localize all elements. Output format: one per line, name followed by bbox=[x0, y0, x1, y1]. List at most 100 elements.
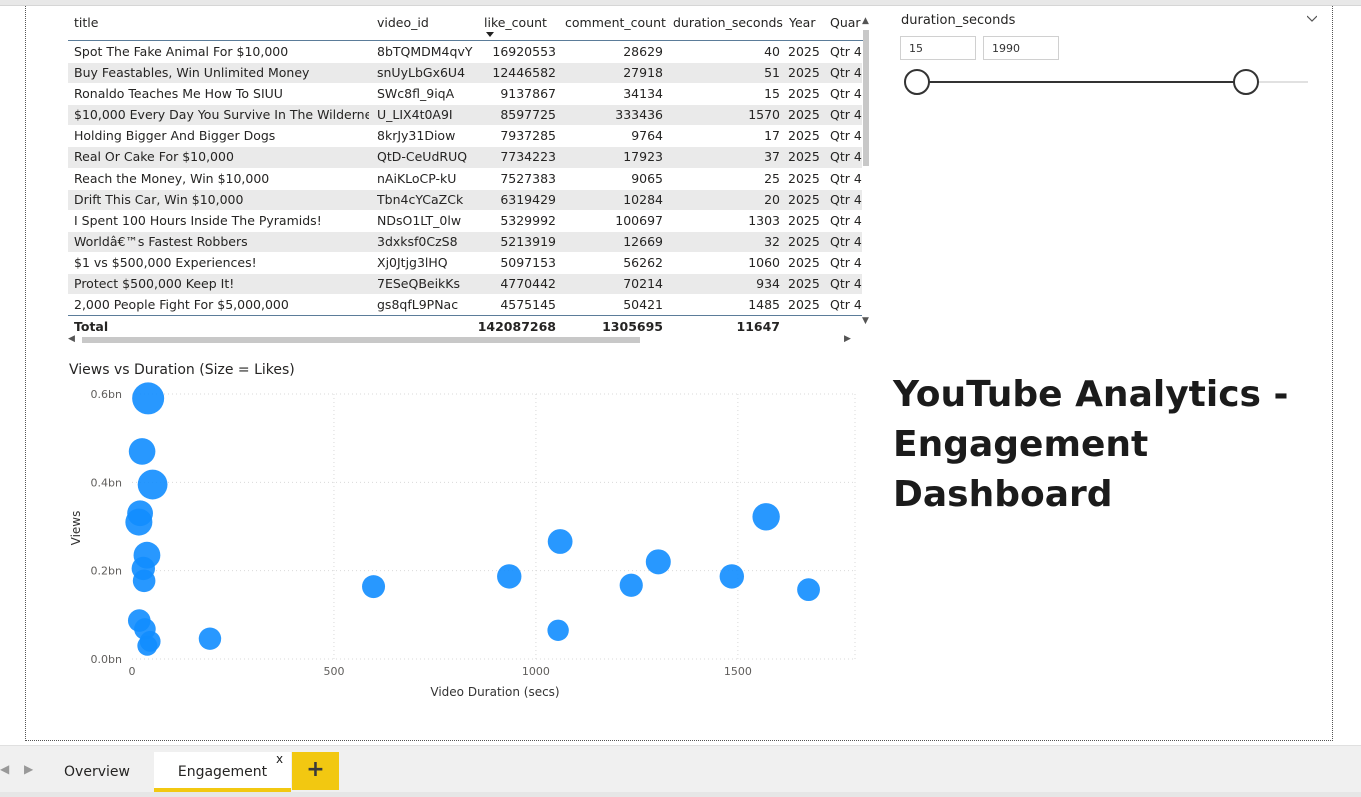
cell-like-count: 7937285 bbox=[500, 128, 556, 144]
cell-comment-count: 12669 bbox=[623, 233, 663, 249]
slicer-min-input[interactable]: 15 bbox=[900, 36, 976, 60]
tab-next-icon[interactable]: ▶ bbox=[24, 762, 33, 776]
scatter-point[interactable] bbox=[137, 635, 158, 656]
table-row[interactable]: I Spent 100 Hours Inside The Pyramids! ND… bbox=[68, 211, 862, 232]
cell-comment-count: 70214 bbox=[623, 276, 663, 292]
scatter-point[interactable] bbox=[619, 573, 643, 597]
x-tick-label: 500 bbox=[323, 665, 344, 678]
column-header-duration-seconds[interactable]: duration_seconds bbox=[673, 15, 783, 30]
scatter-point[interactable] bbox=[132, 569, 156, 593]
cell-year: 2025 bbox=[788, 128, 820, 144]
cell-title: Spot The Fake Animal For $10,000 bbox=[74, 44, 289, 59]
scatter-point[interactable] bbox=[125, 508, 153, 536]
column-header-quarter[interactable]: Quar bbox=[830, 15, 861, 30]
horizontal-scrollbar[interactable]: ◀ ▶ bbox=[68, 334, 862, 346]
column-header-video-id[interactable]: video_id bbox=[377, 15, 429, 30]
scatter-point[interactable] bbox=[645, 549, 671, 575]
table-row[interactable]: Holding Bigger And Bigger Dogs 8krJy31Dio… bbox=[68, 126, 862, 148]
table-row[interactable]: Buy Feastables, Win Unlimited Money snUyL… bbox=[68, 63, 862, 85]
table-row[interactable]: Spot The Fake Animal For $10,000 8bTQMDM4… bbox=[68, 42, 862, 64]
table-row[interactable]: Ronaldo Teaches Me How To SIUU SWc8fl_9iq… bbox=[68, 84, 862, 106]
cell-like-count: 5213919 bbox=[500, 233, 556, 249]
scatter-point[interactable] bbox=[362, 575, 386, 599]
tab-prev-icon[interactable]: ◀ bbox=[0, 762, 9, 776]
y-tick-label: 0.0bn bbox=[91, 653, 122, 666]
scatter-point[interactable] bbox=[137, 469, 168, 500]
table-row[interactable]: Real Or Cake For $10,000 QtD-CeUdRUQ 77342… bbox=[68, 147, 862, 169]
slider-min-handle[interactable] bbox=[904, 69, 930, 95]
cell-like-count: 16920553 bbox=[492, 44, 556, 59]
x-tick-label: 1000 bbox=[522, 665, 550, 678]
scatter-point[interactable] bbox=[797, 578, 820, 602]
scatter-point[interactable] bbox=[128, 438, 156, 465]
cell-duration-seconds: 1303 bbox=[748, 212, 780, 228]
cell-quarter: Qtr 4 bbox=[830, 233, 862, 249]
cell-comment-count: 27918 bbox=[623, 65, 663, 81]
cell-like-count: 5097153 bbox=[500, 254, 556, 270]
cell-video-id: SWc8fl_9iqA bbox=[377, 86, 455, 102]
cell-video-id: 8bTQMDM4qvY bbox=[377, 44, 473, 59]
table-row[interactable]: $10,000 Every Day You Survive In The Wil… bbox=[68, 105, 862, 127]
scatter-point[interactable] bbox=[719, 564, 745, 589]
cell-quarter: Qtr 4 bbox=[830, 86, 862, 102]
total-duration-seconds: 11647 bbox=[736, 319, 781, 334]
x-axis-label: Video Duration (secs) bbox=[430, 685, 559, 699]
cell-like-count: 7734223 bbox=[500, 149, 556, 165]
total-label: Total bbox=[74, 319, 109, 334]
column-header-like-count[interactable]: like_count bbox=[484, 15, 547, 30]
cell-comment-count: 50421 bbox=[623, 297, 663, 313]
table-row[interactable]: Drift This Car, Win $10,000 Tbn4cYCaZCk 63… bbox=[68, 189, 862, 211]
tab-overview[interactable]: Overview bbox=[44, 752, 150, 792]
table-row[interactable]: Protect $500,000 Keep It! 7ESeQBeikKs 4770… bbox=[68, 274, 862, 296]
scroll-right-icon[interactable]: ▶ bbox=[844, 334, 851, 344]
cell-quarter: Qtr 4 bbox=[830, 212, 862, 228]
data-table[interactable]: title video_id like_count comment_count … bbox=[68, 8, 872, 348]
chevron-down-icon[interactable] bbox=[1307, 13, 1317, 23]
table-row[interactable]: 2,000 People Fight For $5,000,000 gs8qfL9… bbox=[68, 295, 862, 317]
slider-max-handle[interactable] bbox=[1233, 69, 1259, 95]
cell-title: Worldâ€™s Fastest Robbers bbox=[74, 233, 248, 249]
y-tick-label: 0.2bn bbox=[91, 565, 122, 578]
scatter-point[interactable] bbox=[132, 382, 165, 415]
cell-video-id: Tbn4cYCaZCk bbox=[377, 191, 464, 207]
cell-duration-seconds: 32 bbox=[764, 233, 780, 249]
slicer-max-input[interactable]: 1990 bbox=[983, 36, 1059, 60]
scatter-point[interactable] bbox=[547, 529, 573, 554]
slicer-title: duration_seconds bbox=[901, 13, 1016, 28]
total-comment-count: 1305695 bbox=[602, 319, 663, 334]
scroll-left-icon[interactable]: ◀ bbox=[68, 334, 75, 344]
cell-video-id: QtD-CeUdRUQ bbox=[377, 149, 468, 165]
scroll-up-icon[interactable]: ▲ bbox=[862, 16, 869, 26]
column-header-title[interactable]: title bbox=[74, 15, 98, 30]
scatter-point[interactable] bbox=[752, 503, 780, 531]
cell-quarter: Qtr 4 bbox=[830, 297, 862, 313]
scatter-point[interactable] bbox=[497, 564, 522, 589]
vertical-scroll-thumb[interactable] bbox=[863, 30, 869, 166]
cell-title: I Spent 100 Hours Inside The Pyramids! bbox=[74, 212, 322, 228]
y-axis-label: Views bbox=[69, 511, 83, 546]
status-strip bbox=[0, 792, 1361, 797]
horizontal-scroll-thumb[interactable] bbox=[82, 337, 640, 343]
table-row[interactable]: Reach the Money, Win $10,000 nAiKLoCP-kU 7… bbox=[68, 169, 862, 190]
cell-like-count: 12446582 bbox=[492, 65, 556, 81]
cell-comment-count: 56262 bbox=[623, 254, 663, 270]
scatter-point[interactable] bbox=[547, 619, 569, 641]
close-tab-icon[interactable]: x bbox=[276, 752, 283, 766]
add-page-button[interactable]: + bbox=[292, 752, 339, 790]
tab-engagement[interactable]: Engagement bbox=[154, 752, 291, 792]
vertical-scrollbar[interactable]: ▲ ▼ bbox=[861, 8, 871, 328]
column-header-comment-count[interactable]: comment_count bbox=[565, 15, 666, 30]
table-row[interactable]: $1 vs $500,000 Experiences! Xj0Jtjg3lHQ 50… bbox=[68, 253, 862, 275]
scatter-chart[interactable]: 0.0bn 0.2bn 0.4bn 0.6bn 0 500 1000 1500 Video D… bbox=[60, 380, 870, 710]
cell-title: $10,000 Every Day You Survive In The Wil… bbox=[74, 107, 369, 123]
cell-year: 2025 bbox=[788, 276, 820, 292]
scroll-down-icon[interactable]: ▼ bbox=[862, 316, 869, 326]
column-header-year[interactable]: Year bbox=[789, 15, 815, 30]
cell-duration-seconds: 20 bbox=[764, 191, 780, 207]
scatter-point[interactable] bbox=[198, 627, 222, 650]
cell-comment-count: 9764 bbox=[631, 128, 663, 144]
cell-title: Real Or Cake For $10,000 bbox=[74, 149, 234, 165]
duration-slicer[interactable]: duration_seconds 15 1990 bbox=[900, 10, 1320, 100]
table-row[interactable]: Worldâ€™s Fastest Robbers 3dxksf0CzS8 5213… bbox=[68, 231, 862, 253]
cell-comment-count: 100697 bbox=[615, 212, 663, 228]
